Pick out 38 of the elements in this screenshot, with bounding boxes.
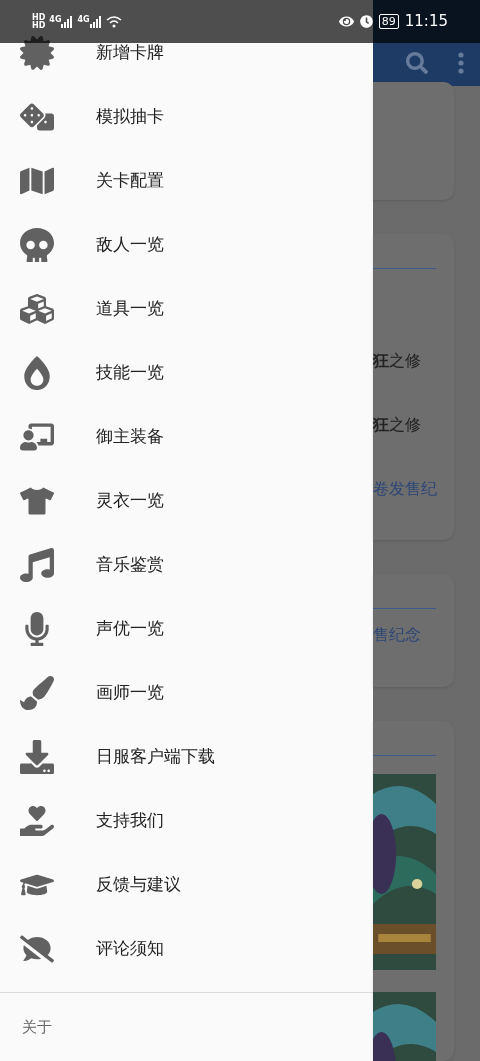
battery-indicator: 89	[378, 14, 399, 29]
signal-icon	[89, 15, 102, 28]
sim-label: HD	[32, 21, 46, 30]
hand-heart-icon	[20, 804, 54, 838]
paintbrush-icon	[20, 676, 54, 710]
sim-label: HD	[32, 13, 46, 22]
menu-item[interactable]: 画师一览	[0, 661, 373, 725]
cubes-icon	[20, 292, 54, 326]
item-text: 狂之修	[373, 350, 422, 372]
badge-icon	[20, 36, 54, 70]
search-icon[interactable]	[406, 51, 428, 74]
wifi-icon	[105, 15, 122, 28]
item-text: 狂之修	[373, 414, 422, 436]
eye-icon	[338, 14, 354, 29]
skull-icon	[20, 228, 54, 262]
menu-item[interactable]: 道具一览	[0, 277, 373, 341]
menu-item[interactable]: 声优一览	[0, 597, 373, 661]
about-link[interactable]: 关于	[22, 1015, 52, 1039]
dice-icon	[20, 100, 54, 134]
menu-item[interactable]: 御主装备	[0, 405, 373, 469]
menu-item[interactable]: 评论须知	[0, 917, 373, 981]
download-icon	[20, 740, 54, 774]
clock-time: 11:15	[404, 11, 448, 33]
menu-item[interactable]: 灵衣一览	[0, 469, 373, 533]
menu-item[interactable]: 反馈与建议	[0, 853, 373, 917]
more-icon[interactable]	[458, 51, 464, 74]
menu-item[interactable]: 技能一览	[0, 341, 373, 405]
menu-item[interactable]: 敌人一览	[0, 213, 373, 277]
menu-item[interactable]: 支持我们	[0, 789, 373, 853]
network-label: 4G	[49, 15, 62, 24]
menu-item[interactable]: 模拟抽卡	[0, 85, 373, 149]
menu-item[interactable]: 音乐鉴赏	[0, 533, 373, 597]
network-label: 4G	[77, 15, 90, 24]
menu-item[interactable]: 日服客户端下载	[0, 725, 373, 789]
menu-item[interactable]: 关卡配置	[0, 149, 373, 213]
music-icon	[20, 548, 54, 582]
signal-icon	[61, 15, 74, 28]
teacher-icon	[20, 420, 54, 454]
